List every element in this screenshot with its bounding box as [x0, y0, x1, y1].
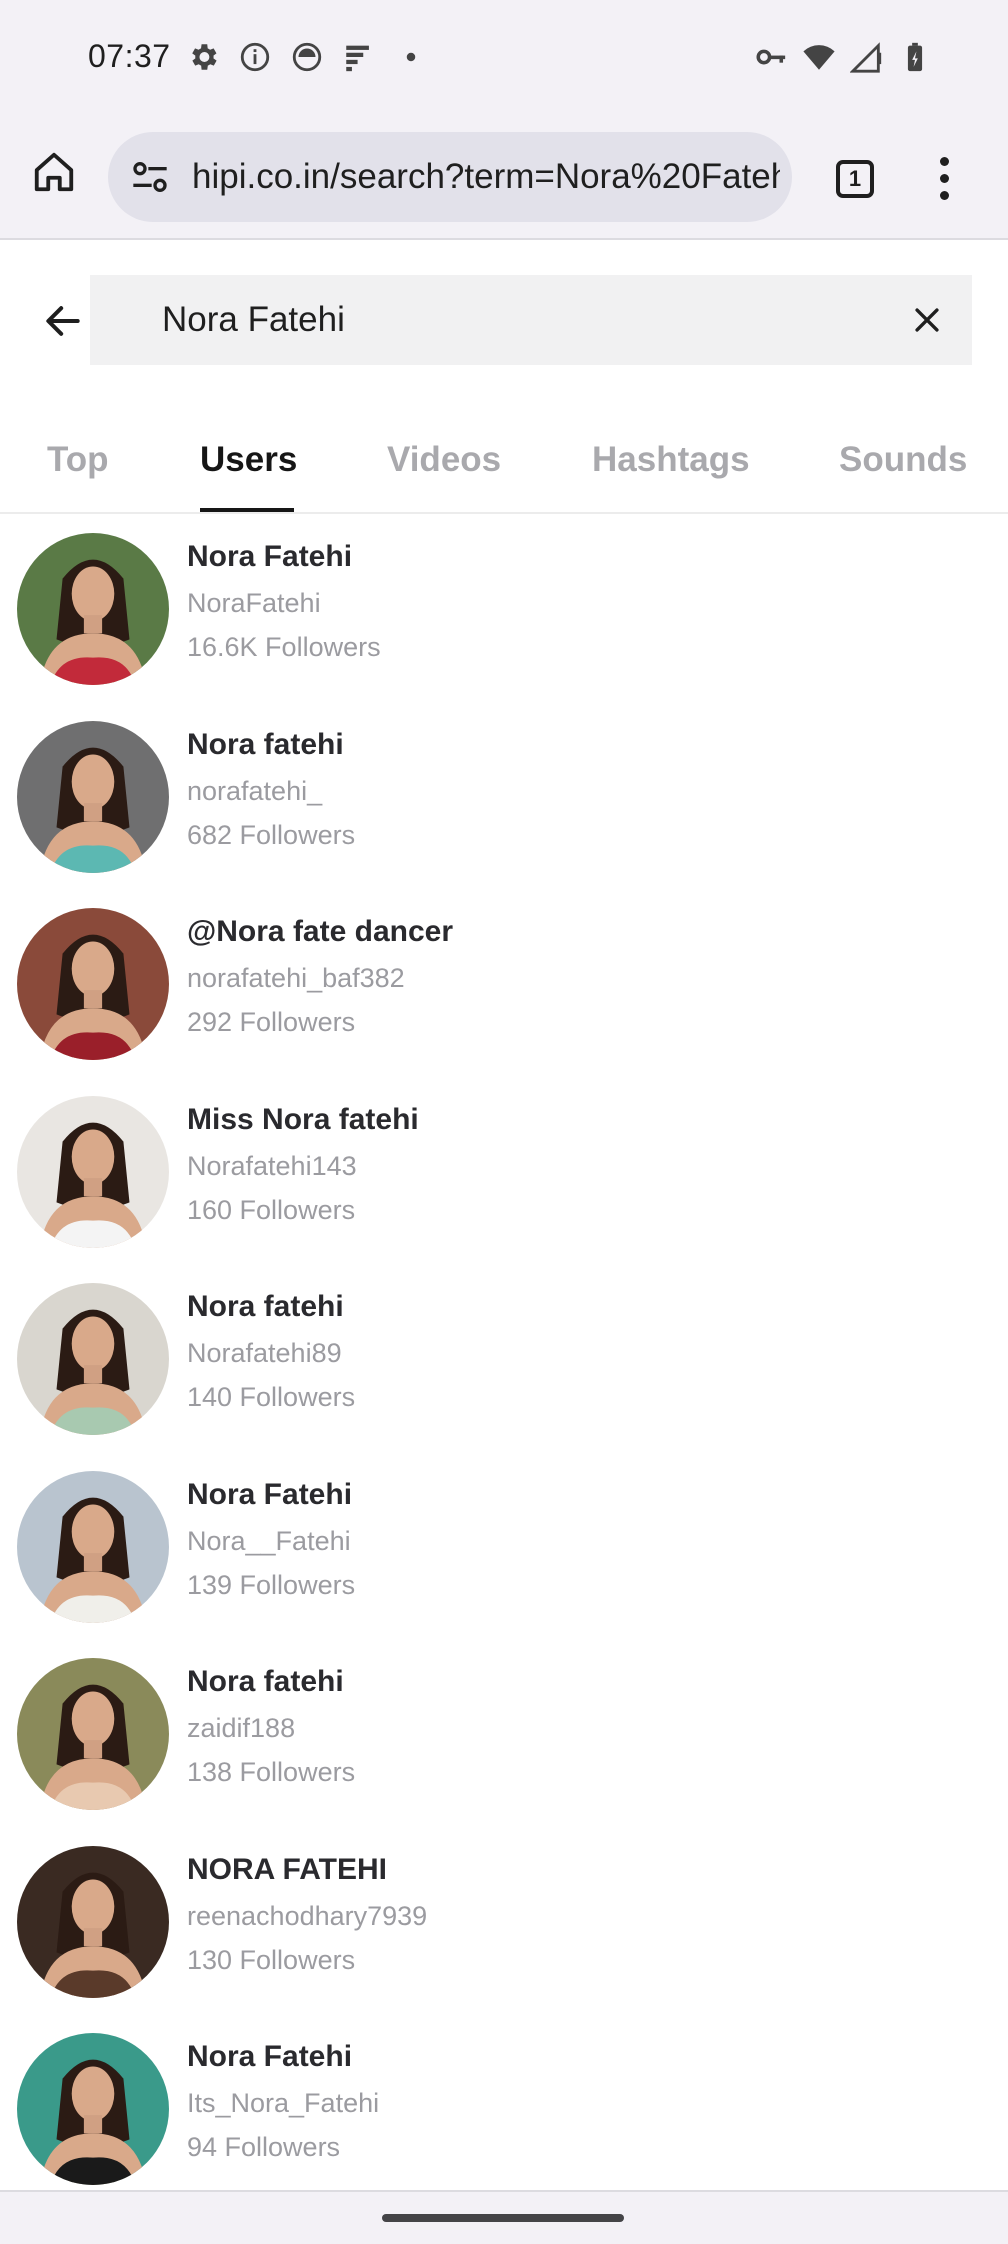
results-tab-bar: Top Users Videos Hashtags Sounds [0, 430, 1008, 514]
user-display-name: Miss Nora fatehi [187, 1102, 419, 1136]
vpn-key-icon [754, 40, 788, 74]
avatar-image [17, 1283, 169, 1435]
active-tab-indicator [200, 508, 294, 512]
status-time: 07:37 [88, 38, 171, 74]
user-display-name: Nora Fatehi [187, 2040, 353, 2073]
gesture-handle[interactable] [382, 2214, 624, 2222]
search-box [90, 275, 972, 365]
user-display-name: Nora fatehi [187, 1665, 344, 1698]
user-result-row[interactable]: Nora fatehi Norafatehi89 140 Followers [0, 1266, 1008, 1453]
wifi-icon [802, 40, 836, 74]
clear-search-button[interactable] [902, 295, 952, 345]
user-follower-count: 130 Followers [187, 1944, 356, 1975]
avatar[interactable] [17, 1845, 169, 1998]
user-handle: Its_Nora_Fatehi [187, 2088, 380, 2118]
user-display-name: Nora Fatehi [187, 540, 353, 573]
user-display-name: NORA FATEHI [187, 1852, 387, 1886]
user-handle: reenachodhary7939 [187, 1900, 428, 1931]
user-follower-count: 139 Followers [187, 1569, 356, 1600]
avatar[interactable] [17, 1095, 169, 1248]
tab-count: 1 [836, 160, 874, 198]
user-display-name: Nora fatehi [187, 1290, 344, 1323]
avatar-image [17, 1095, 169, 1248]
user-display-name: Nora Fatehi [187, 1477, 353, 1511]
tab-top[interactable]: Top [47, 440, 109, 480]
user-handle: zaidif188 [187, 1713, 296, 1743]
avatar-image [17, 908, 169, 1060]
user-follower-count: 16.6K Followers [187, 632, 381, 662]
user-display-name: Nora fatehi [187, 727, 344, 761]
avatar[interactable] [17, 533, 169, 685]
menu-dot-icon [939, 190, 949, 200]
url-bar[interactable]: hipi.co.in/search?term=Nora%20Fatehi [108, 132, 792, 222]
avatar[interactable] [17, 2033, 169, 2185]
user-display-name: @Nora fate dancer [187, 915, 454, 948]
overflow-menu-button[interactable] [924, 150, 964, 206]
info-icon [238, 40, 272, 74]
dot-icon [394, 40, 428, 74]
avatar[interactable] [17, 1470, 169, 1623]
user-result-row[interactable]: Nora Fatehi Nora__Fatehi 139 Followers [0, 1454, 1008, 1641]
tab-sounds[interactable]: Sounds [839, 440, 967, 480]
avatar[interactable] [17, 1658, 169, 1810]
user-follower-count: 160 Followers [187, 1194, 356, 1225]
user-result-row[interactable]: Miss Nora fatehi Norafatehi143 160 Followe… [0, 1079, 1008, 1266]
user-result-row[interactable]: Nora fatehi zaidif188 138 Followers [0, 1641, 1008, 1828]
avatar[interactable] [17, 1283, 169, 1435]
avatar-image [17, 720, 169, 873]
status-right-icons [754, 40, 932, 74]
user-handle: NoraFatehi [187, 588, 321, 618]
status-left-icons [186, 40, 428, 74]
user-handle: Norafatehi143 [187, 1150, 357, 1181]
user-result-row[interactable]: Nora fatehi norafatehi_ 682 Followers [0, 704, 1008, 891]
user-follower-count: 292 Followers [187, 1007, 356, 1037]
avatar-image [17, 1845, 169, 1998]
menu-dot-icon [939, 173, 949, 183]
site-settings-icon[interactable] [128, 155, 172, 199]
url-text[interactable]: hipi.co.in/search?term=Nora%20Fatehi [192, 157, 780, 197]
user-handle: Nora__Fatehi [187, 1525, 351, 1556]
avatar-image [17, 1470, 169, 1623]
back-button[interactable] [36, 294, 90, 348]
avatar[interactable] [17, 908, 169, 1060]
user-handle: norafatehi_ [187, 775, 323, 806]
user-handle: Norafatehi89 [187, 1338, 342, 1368]
user-result-row[interactable]: @Nora fate dancer norafatehi_baf382 292 Fo… [0, 891, 1008, 1078]
user-result-row[interactable]: Nora Fatehi Its_Nora_Fatehi 94 Followers [0, 2016, 1008, 2203]
android-face-icon [290, 40, 324, 74]
tab-videos[interactable]: Videos [387, 440, 501, 480]
home-icon [34, 152, 74, 192]
settings-icon [186, 40, 220, 74]
user-follower-count: 682 Followers [187, 819, 356, 850]
menu-dot-icon [939, 156, 949, 166]
status-bar: 07:37 [0, 0, 1008, 118]
tab-users[interactable]: Users [200, 440, 297, 480]
home-button[interactable] [28, 146, 80, 198]
browser-toolbar: hipi.co.in/search?term=Nora%20Fatehi 1 [0, 118, 1008, 240]
battery-icon [898, 40, 932, 74]
user-follower-count: 138 Followers [187, 1757, 356, 1787]
search-input[interactable] [162, 275, 862, 365]
avatar-image [17, 533, 169, 685]
user-result-row[interactable]: NORA FATEHI reenachodhary7939 130 Follower… [0, 1829, 1008, 2016]
user-follower-count: 140 Followers [187, 1382, 356, 1412]
arrow-back-icon [46, 306, 80, 336]
user-result-row[interactable]: Nora Fatehi NoraFatehi 16.6K Followers [0, 516, 1008, 703]
avatar-image [17, 1658, 169, 1810]
avatar[interactable] [17, 720, 169, 873]
tab-hashtags[interactable]: Hashtags [592, 440, 750, 480]
user-handle: norafatehi_baf382 [187, 963, 405, 993]
signal-stream-icon [342, 40, 376, 74]
cell-signal-icon [850, 40, 884, 74]
tab-switcher-button[interactable]: 1 [830, 154, 880, 204]
close-icon [915, 308, 939, 332]
avatar-image [17, 2033, 169, 2185]
user-follower-count: 94 Followers [187, 2132, 341, 2162]
